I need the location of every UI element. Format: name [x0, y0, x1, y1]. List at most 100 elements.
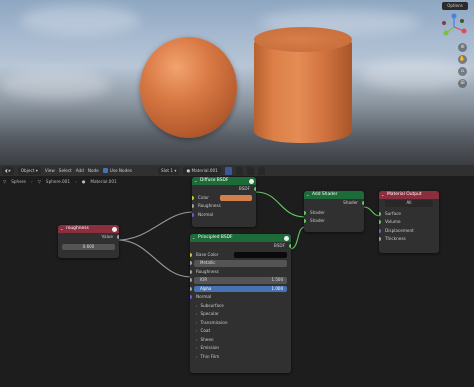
3d-viewport[interactable]: Options ⊕ ✋ ⌂ ⊞ — [0, 0, 474, 165]
socket-label: Value — [101, 234, 114, 239]
menu-select[interactable]: Select — [59, 168, 72, 173]
socket-label: Color — [198, 194, 209, 200]
panel-thin-film[interactable]: › Thin Film — [190, 353, 291, 362]
use-nodes-label: Use Nodes — [109, 167, 133, 173]
node-header[interactable]: ⌄ Principled BSDF — [190, 234, 291, 242]
panel-label: Coat — [200, 328, 211, 333]
breadcrumb-object[interactable]: Sphere — [11, 179, 26, 184]
options-button[interactable]: Options — [442, 2, 468, 10]
breadcrumb-material[interactable]: Material.001 — [90, 179, 116, 184]
node-material-output[interactable]: ⌄ Material Output All Surface Volume Dis… — [379, 191, 439, 253]
roughness-socket[interactable] — [192, 204, 194, 209]
base-color-socket[interactable] — [190, 252, 192, 257]
node-header[interactable]: ⌄ roughness — [58, 225, 119, 233]
chevron-down-icon[interactable]: ⌄ — [192, 234, 195, 242]
input-roughness-row: Roughness — [190, 268, 291, 277]
mode-dropdown[interactable]: Object ▾ — [17, 166, 41, 175]
displacement-socket[interactable] — [379, 228, 381, 233]
panel-emission[interactable]: › Emission — [190, 344, 291, 353]
chevron-down-icon[interactable]: ⌄ — [194, 177, 197, 185]
shader-socket[interactable] — [362, 201, 364, 206]
value-socket[interactable] — [117, 235, 119, 240]
ior-field[interactable]: IOR 1.500 — [194, 277, 287, 284]
grid-icon[interactable]: ⊞ — [458, 79, 467, 88]
ior-socket[interactable] — [190, 278, 192, 283]
node-icon — [249, 178, 254, 184]
output-socket-row: Value — [58, 233, 119, 242]
node-header[interactable]: ⌄ Diffuse BSDF — [192, 177, 256, 185]
unlink-icon[interactable] — [246, 166, 254, 175]
socket-label: Shader — [310, 218, 325, 223]
input-base-color-row: Base Color — [190, 251, 291, 260]
chevron-down-icon[interactable]: ⌄ — [60, 225, 63, 233]
value-field[interactable]: 0.600 — [62, 243, 115, 250]
object-icon: ▽ — [3, 179, 7, 184]
shader-socket[interactable] — [304, 219, 306, 224]
shader-socket[interactable] — [304, 210, 306, 215]
menu-add[interactable]: Add — [76, 168, 84, 173]
ior-value: 1.500 — [271, 277, 283, 282]
node-roughness[interactable]: ⌄ roughness Value 0.600 — [58, 225, 119, 258]
socket-label: Volume — [385, 219, 401, 224]
material-icon: ● — [81, 179, 86, 184]
normal-socket[interactable] — [192, 212, 194, 217]
cylinder-object[interactable] — [254, 40, 352, 143]
material-selector[interactable]: ● Material.001 — [183, 166, 221, 175]
socket-label: Thickness — [385, 236, 406, 241]
pin-icon[interactable] — [257, 166, 265, 175]
panel-label: Specular — [200, 311, 219, 316]
chevron-right-icon: › — [196, 354, 198, 359]
menu-node[interactable]: Node — [88, 168, 99, 173]
chevron-down-icon[interactable]: ⌄ — [306, 191, 309, 199]
target-dropdown[interactable]: All — [385, 200, 433, 207]
panel-specular[interactable]: › Specular — [190, 310, 291, 319]
panel-transmission[interactable]: › Transmission — [190, 319, 291, 328]
fake-user-icon[interactable] — [224, 166, 232, 175]
sky-cloud — [0, 70, 110, 100]
metallic-field[interactable]: Metallic — [194, 260, 287, 267]
panel-coat[interactable]: › Coat — [190, 327, 291, 336]
bsdf-socket[interactable] — [254, 187, 256, 192]
volume-socket[interactable] — [379, 220, 381, 225]
normal-socket[interactable] — [190, 295, 192, 300]
camera-icon[interactable]: ⌂ — [458, 67, 467, 76]
duplicate-icon[interactable] — [235, 166, 243, 175]
node-header[interactable]: ⌄ Add Shader — [304, 191, 364, 199]
socket-label: Roughness — [198, 203, 221, 208]
node-add-shader[interactable]: ⌄ Add Shader Shader Shader Shader — [304, 191, 364, 232]
alpha-field[interactable]: Alpha 1.000 — [194, 285, 287, 292]
use-nodes-toggle[interactable]: Use Nodes — [102, 167, 133, 174]
chevron-down-icon[interactable]: ⌄ — [381, 191, 384, 199]
chevron-right-icon: › — [196, 329, 198, 333]
zoom-icon[interactable]: ⊕ — [458, 43, 467, 52]
sky-cloud — [20, 5, 140, 35]
roughness-socket[interactable] — [190, 269, 192, 274]
navigation-gizmo-icon[interactable] — [440, 13, 468, 41]
menu-view[interactable]: View — [45, 168, 55, 173]
node-editor-header: ◐▾ Object ▾ View Select Add Node Use Nod… — [0, 165, 474, 176]
breadcrumb-mesh[interactable]: Sphere.001 — [46, 179, 70, 184]
node-principled-bsdf[interactable]: ⌄ Principled BSDF BSDF Base Color Metall… — [190, 234, 291, 373]
slot-dropdown[interactable]: Slot 1 ▾ — [158, 166, 180, 175]
sphere-object[interactable] — [140, 37, 237, 138]
alpha-socket[interactable] — [190, 286, 192, 291]
chevron-right-icon: › — [196, 337, 198, 342]
pan-hand-icon[interactable]: ✋ — [458, 55, 467, 64]
color-swatch[interactable] — [234, 251, 287, 258]
breadcrumb-separator: › — [75, 179, 77, 184]
node-diffuse-bsdf[interactable]: ⌄ Diffuse BSDF BSDF Color Roughness Norm… — [192, 177, 256, 227]
panel-subsurface[interactable]: › Subsurface — [190, 302, 291, 311]
editor-type-selector[interactable]: ◐▾ — [2, 166, 14, 175]
thickness-socket[interactable] — [379, 237, 381, 242]
bsdf-socket[interactable] — [289, 244, 291, 249]
input-displacement-row: Displacement — [379, 227, 439, 236]
node-header[interactable]: ⌄ Material Output — [379, 191, 439, 199]
chevron-right-icon: › — [196, 303, 198, 308]
surface-socket[interactable] — [379, 211, 381, 216]
metallic-socket[interactable] — [190, 261, 192, 266]
color-socket[interactable] — [192, 195, 194, 200]
color-swatch[interactable] — [220, 194, 252, 201]
input-metallic-row: Metallic — [190, 259, 291, 268]
panel-sheen[interactable]: › Sheen — [190, 336, 291, 345]
output-socket-row: Shader — [304, 199, 364, 208]
